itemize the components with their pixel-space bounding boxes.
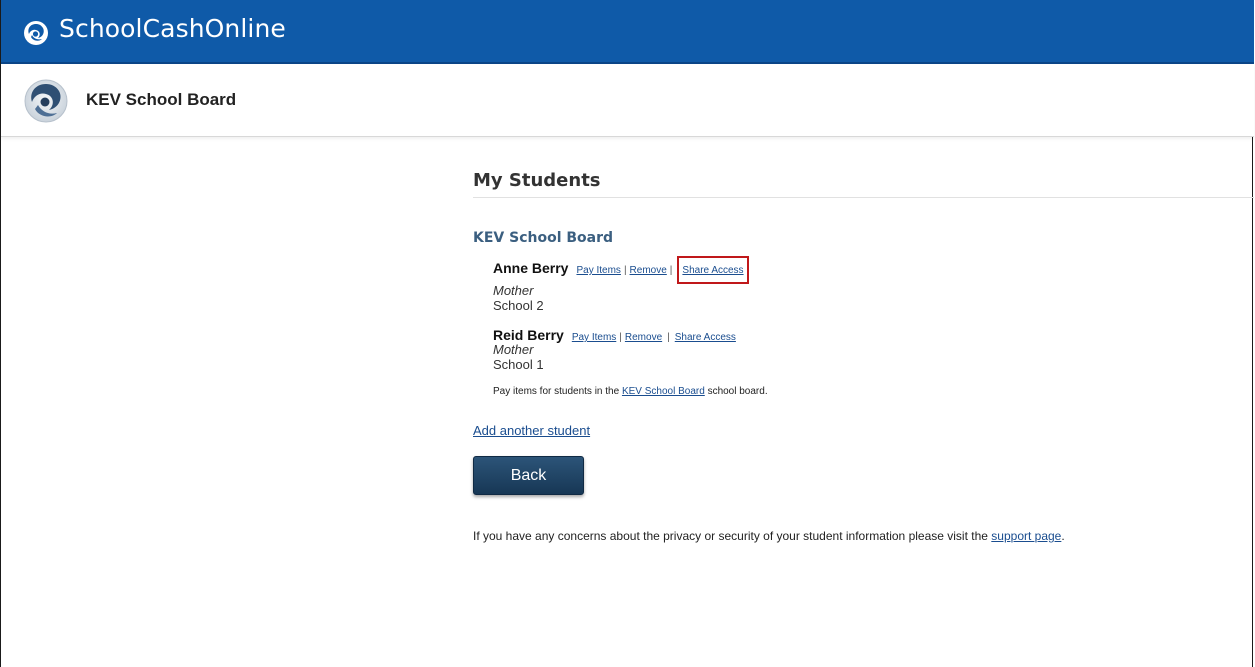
student-item: Anne Berry Pay Items | Remove | Share Ac…	[493, 256, 1243, 313]
link-separator: |	[623, 265, 627, 276]
link-separator: |	[669, 265, 673, 276]
pay-items-link[interactable]: Pay Items	[572, 332, 616, 343]
pay-items-note: Pay items for students in the KEV School…	[493, 386, 1243, 397]
add-student-link[interactable]: Add another student	[473, 423, 590, 438]
pay-items-link[interactable]: Pay Items	[576, 265, 620, 276]
remove-link[interactable]: Remove	[630, 265, 667, 276]
pay-note-suffix: school board.	[707, 386, 768, 397]
student-school: School 2	[493, 298, 544, 313]
remove-link[interactable]: Remove	[625, 332, 662, 343]
student-relation: Mother	[493, 342, 534, 357]
app-name[interactable]: SchoolCashOnline	[59, 14, 286, 43]
privacy-end: .	[1061, 529, 1065, 543]
student-name: Anne Berry	[493, 260, 569, 276]
privacy-notice: If you have any concerns about the priva…	[473, 529, 1243, 543]
privacy-text: If you have any concerns about the priva…	[473, 529, 988, 543]
board-name: KEV School Board	[86, 90, 237, 109]
share-access-link[interactable]: Share Access	[682, 265, 743, 276]
student-school: School 1	[493, 357, 544, 372]
student-item: Reid Berry Pay Items | Remove | Share Ac…	[493, 327, 1243, 372]
student-relation: Mother	[493, 283, 534, 298]
link-separator: |	[619, 332, 622, 343]
top-header-bar: SchoolCashOnline	[1, 0, 1254, 64]
section-title: KEV School Board	[473, 230, 614, 246]
page-title: My Students	[473, 170, 1254, 198]
support-page-link[interactable]: support page	[991, 529, 1061, 543]
student-name: Reid Berry	[493, 327, 564, 343]
main-content: My Students KEV School Board Anne Berry …	[473, 170, 1254, 543]
board-bar: KEV School Board	[1, 64, 1254, 137]
back-button[interactable]: Back	[473, 456, 584, 495]
pay-note-prefix: Pay items for students in the	[493, 386, 620, 397]
share-access-highlight: Share Access	[677, 256, 749, 284]
share-access-link[interactable]: Share Access	[675, 332, 736, 343]
link-separator: |	[667, 332, 670, 343]
page-frame: SchoolCashOnline KEV School Board My Stu…	[0, 0, 1254, 667]
student-list: Anne Berry Pay Items | Remove | Share Ac…	[493, 256, 1243, 397]
board-swirl-icon	[24, 79, 68, 123]
schoolcash-swirl-icon	[24, 21, 48, 45]
school-board-link[interactable]: KEV School Board	[622, 386, 705, 397]
